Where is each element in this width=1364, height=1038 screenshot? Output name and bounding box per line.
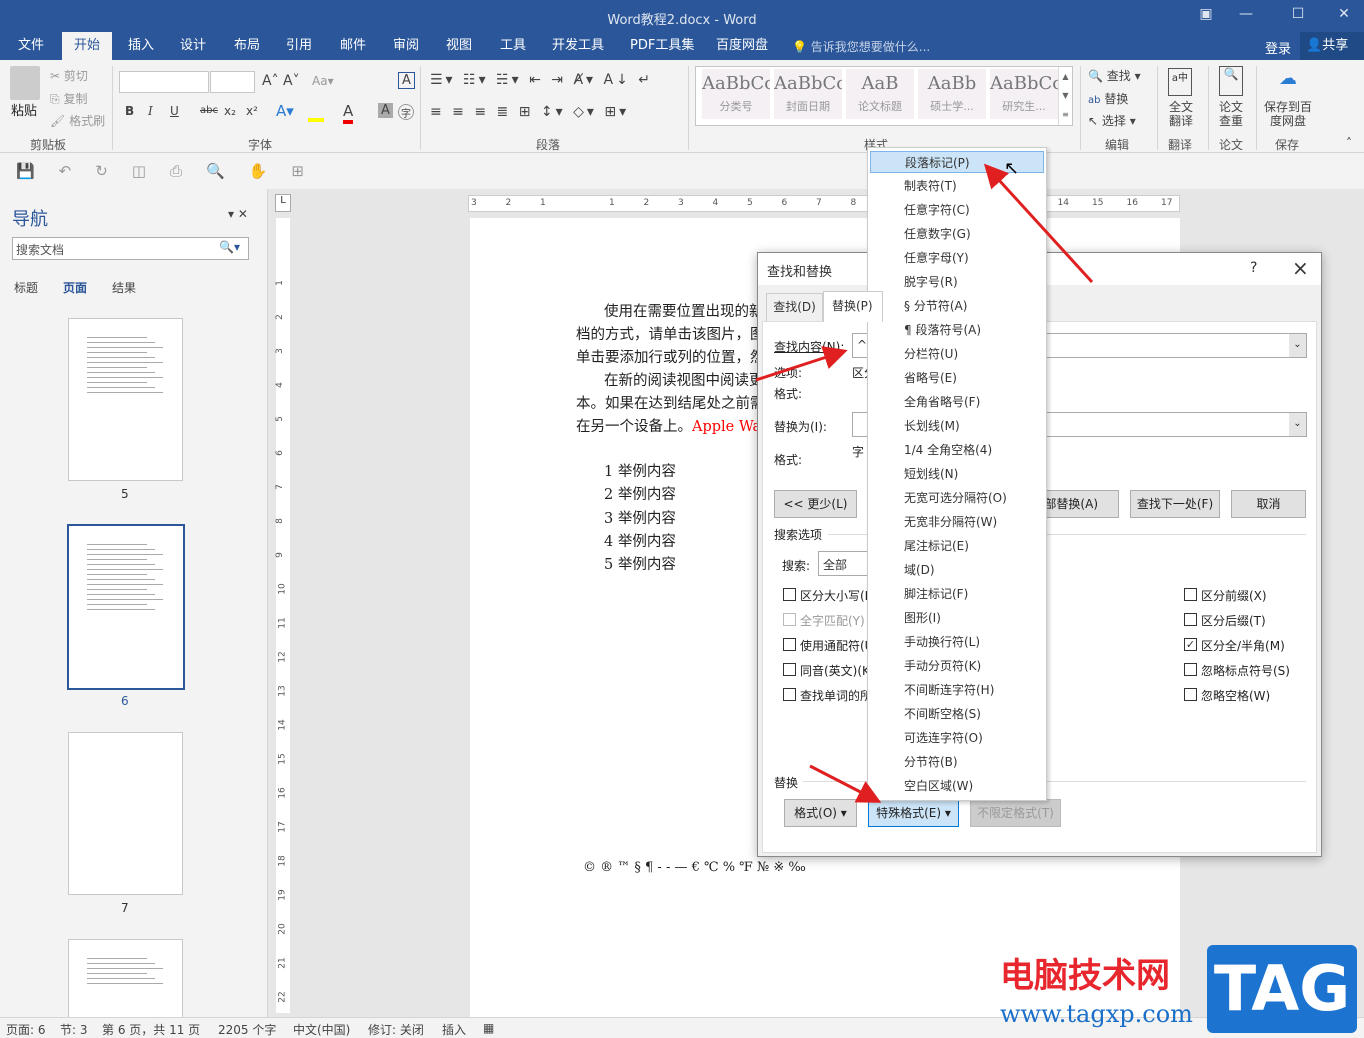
annotation-arrows: [755, 163, 1094, 803]
watermark-logo: TAG: [1207, 945, 1357, 1033]
status-pages[interactable]: 第 6 页，共 11 页: [102, 1021, 200, 1038]
status-mode[interactable]: 插入: [442, 1021, 466, 1038]
watermark-url: www.tagxp.com: [1000, 1000, 1193, 1028]
status-section[interactable]: 节: 3: [60, 1021, 88, 1038]
arrow-to-special-button: [809, 764, 882, 803]
tab-replace[interactable]: 替换(P): [823, 291, 883, 322]
status-words[interactable]: 2205 个字: [218, 1021, 276, 1038]
macro-icon[interactable]: ▦: [483, 1021, 494, 1035]
status-language[interactable]: 中文(中国): [293, 1021, 350, 1038]
watermark-site: 电脑技术网: [1000, 956, 1170, 996]
arrow-to-paragraph-mark: [983, 163, 1094, 284]
arrow-to-find-input: [755, 346, 848, 382]
status-page[interactable]: 页面: 6: [6, 1021, 46, 1038]
status-track[interactable]: 修订: 关闭: [368, 1021, 424, 1038]
